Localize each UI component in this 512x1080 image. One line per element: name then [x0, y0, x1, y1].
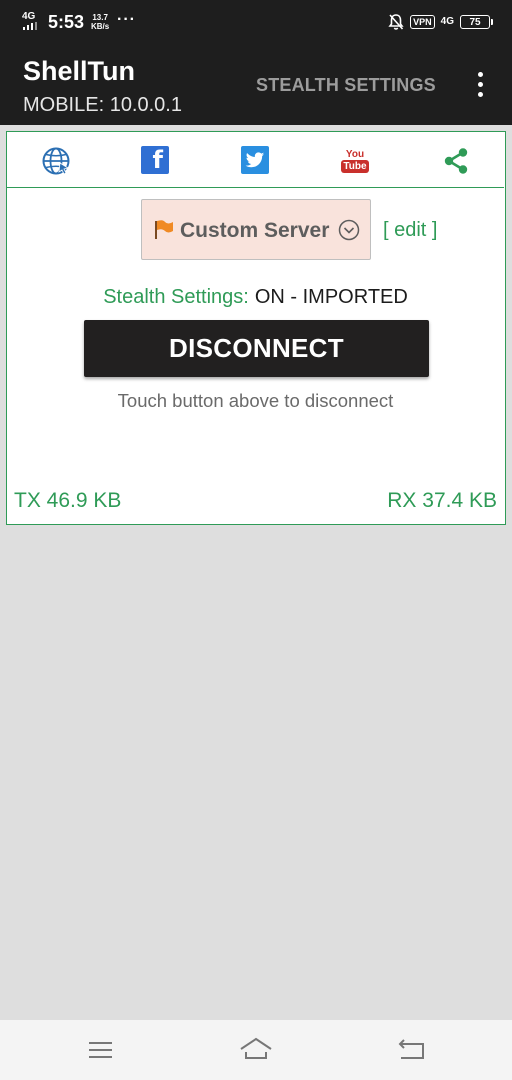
back-icon[interactable] [395, 1035, 429, 1065]
home-icon[interactable] [239, 1035, 273, 1065]
menu-icon[interactable] [84, 1035, 118, 1065]
rx-counter: RX 37.4 KB [387, 489, 497, 512]
chevron-down-circle-icon [338, 219, 360, 241]
clock: 5:53 [48, 12, 85, 32]
navigation-bar [0, 1020, 512, 1080]
vpn-icon: VPN [410, 15, 435, 29]
stealth-status: Stealth Settings: ON - IMPORTED [7, 286, 504, 309]
status-bar: 4G 5:53 13.7 KB/s ··· VPN 4G 75 [0, 0, 512, 44]
tx-counter: TX 46.9 KB [14, 489, 122, 512]
facebook-icon[interactable]: f [141, 146, 169, 174]
connection-card: f You Tube Custom Server [edit] Stealt… [6, 131, 506, 525]
notifications-off-icon [388, 14, 404, 30]
share-icon[interactable] [441, 146, 471, 176]
globe-icon[interactable] [41, 146, 71, 176]
disconnect-button[interactable]: DISCONNECT [84, 320, 429, 377]
network-speed: 13.7 KB/s [91, 13, 109, 31]
app-title: ShellTun [23, 56, 135, 86]
stealth-status-value: ON - IMPORTED [254, 286, 408, 308]
social-links-row: f You Tube [7, 132, 504, 188]
network-type-right: 4G [440, 16, 454, 27]
stealth-status-label: Stealth Settings: [103, 286, 249, 308]
network-type: 4G [22, 11, 36, 22]
more-notifications-icon: ··· [117, 11, 136, 28]
disconnect-hint: Touch button above to disconnect [117, 390, 394, 411]
battery-level: 75 [469, 16, 481, 28]
app-subtitle: MOBILE: 10.0.0.1 [23, 94, 182, 116]
youtube-icon[interactable]: You Tube [341, 146, 369, 176]
edit-server-link[interactable]: [ edit ] [383, 219, 437, 242]
battery-icon: 75 [460, 15, 493, 29]
app-header: 4G 5:53 13.7 KB/s ··· VPN 4G 75 ShellTun… [0, 0, 512, 125]
more-vert-icon[interactable] [472, 72, 488, 100]
signal-icon [23, 22, 37, 30]
twitter-icon[interactable] [241, 146, 269, 174]
flag-icon [155, 220, 173, 239]
stealth-settings-button[interactable]: STEALTH SETTINGS [256, 75, 436, 96]
server-label: Custom Server [180, 219, 330, 242]
status-icons: VPN 4G 75 [388, 12, 493, 32]
speed-unit: KB/s [91, 22, 110, 31]
speed-value: 13.7 [92, 13, 108, 22]
server-selector[interactable]: Custom Server [141, 199, 371, 260]
